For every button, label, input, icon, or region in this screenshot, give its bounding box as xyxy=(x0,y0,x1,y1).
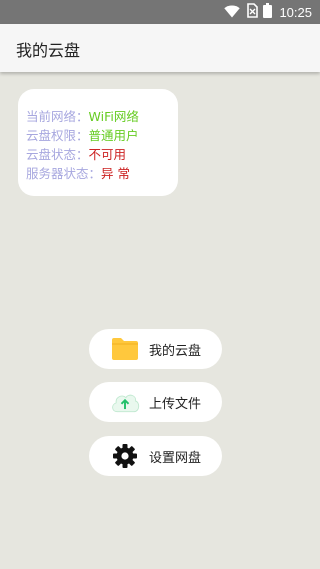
disk-status-label: 云盘状态： xyxy=(26,147,89,162)
info-row-disk-status: 云盘状态：不可用 xyxy=(26,145,178,164)
info-row-permission: 云盘权限：普通用户 xyxy=(26,126,178,145)
folder-icon xyxy=(110,334,140,364)
wifi-icon xyxy=(224,3,241,22)
signal-no-sim-icon xyxy=(245,2,259,22)
network-value: WiFi网络 xyxy=(88,109,139,124)
settings-button[interactable]: 设置网盘 xyxy=(89,436,222,476)
app-bar: 我的云盘 xyxy=(0,24,320,72)
status-icons: 10:25 xyxy=(224,2,312,22)
status-info-card: 当前网络：WiFi网络 云盘权限：普通用户 云盘状态：不可用 服务器状态：异 常 xyxy=(18,89,178,196)
server-status-value: 异 常 xyxy=(101,166,130,181)
my-cloud-disk-button[interactable]: 我的云盘 xyxy=(89,329,222,369)
info-row-server-status: 服务器状态：异 常 xyxy=(26,164,178,183)
info-row-network: 当前网络：WiFi网络 xyxy=(26,107,178,126)
permission-label: 云盘权限： xyxy=(26,128,89,143)
network-label: 当前网络： xyxy=(26,109,89,124)
permission-value: 普通用户 xyxy=(88,128,139,143)
my-cloud-disk-label: 我的云盘 xyxy=(149,343,202,359)
cloud-upload-icon xyxy=(110,387,140,417)
gear-icon xyxy=(110,441,140,471)
status-time: 10:25 xyxy=(279,4,312,20)
status-bar: 10:25 xyxy=(0,0,320,24)
server-status-label: 服务器状态： xyxy=(26,166,102,181)
disk-status-value: 不可用 xyxy=(88,147,127,162)
upload-file-button[interactable]: 上传文件 xyxy=(89,382,222,422)
upload-file-label: 上传文件 xyxy=(149,396,202,412)
page-title: 我的云盘 xyxy=(16,41,81,60)
settings-label: 设置网盘 xyxy=(149,450,202,466)
battery-icon xyxy=(263,2,273,22)
